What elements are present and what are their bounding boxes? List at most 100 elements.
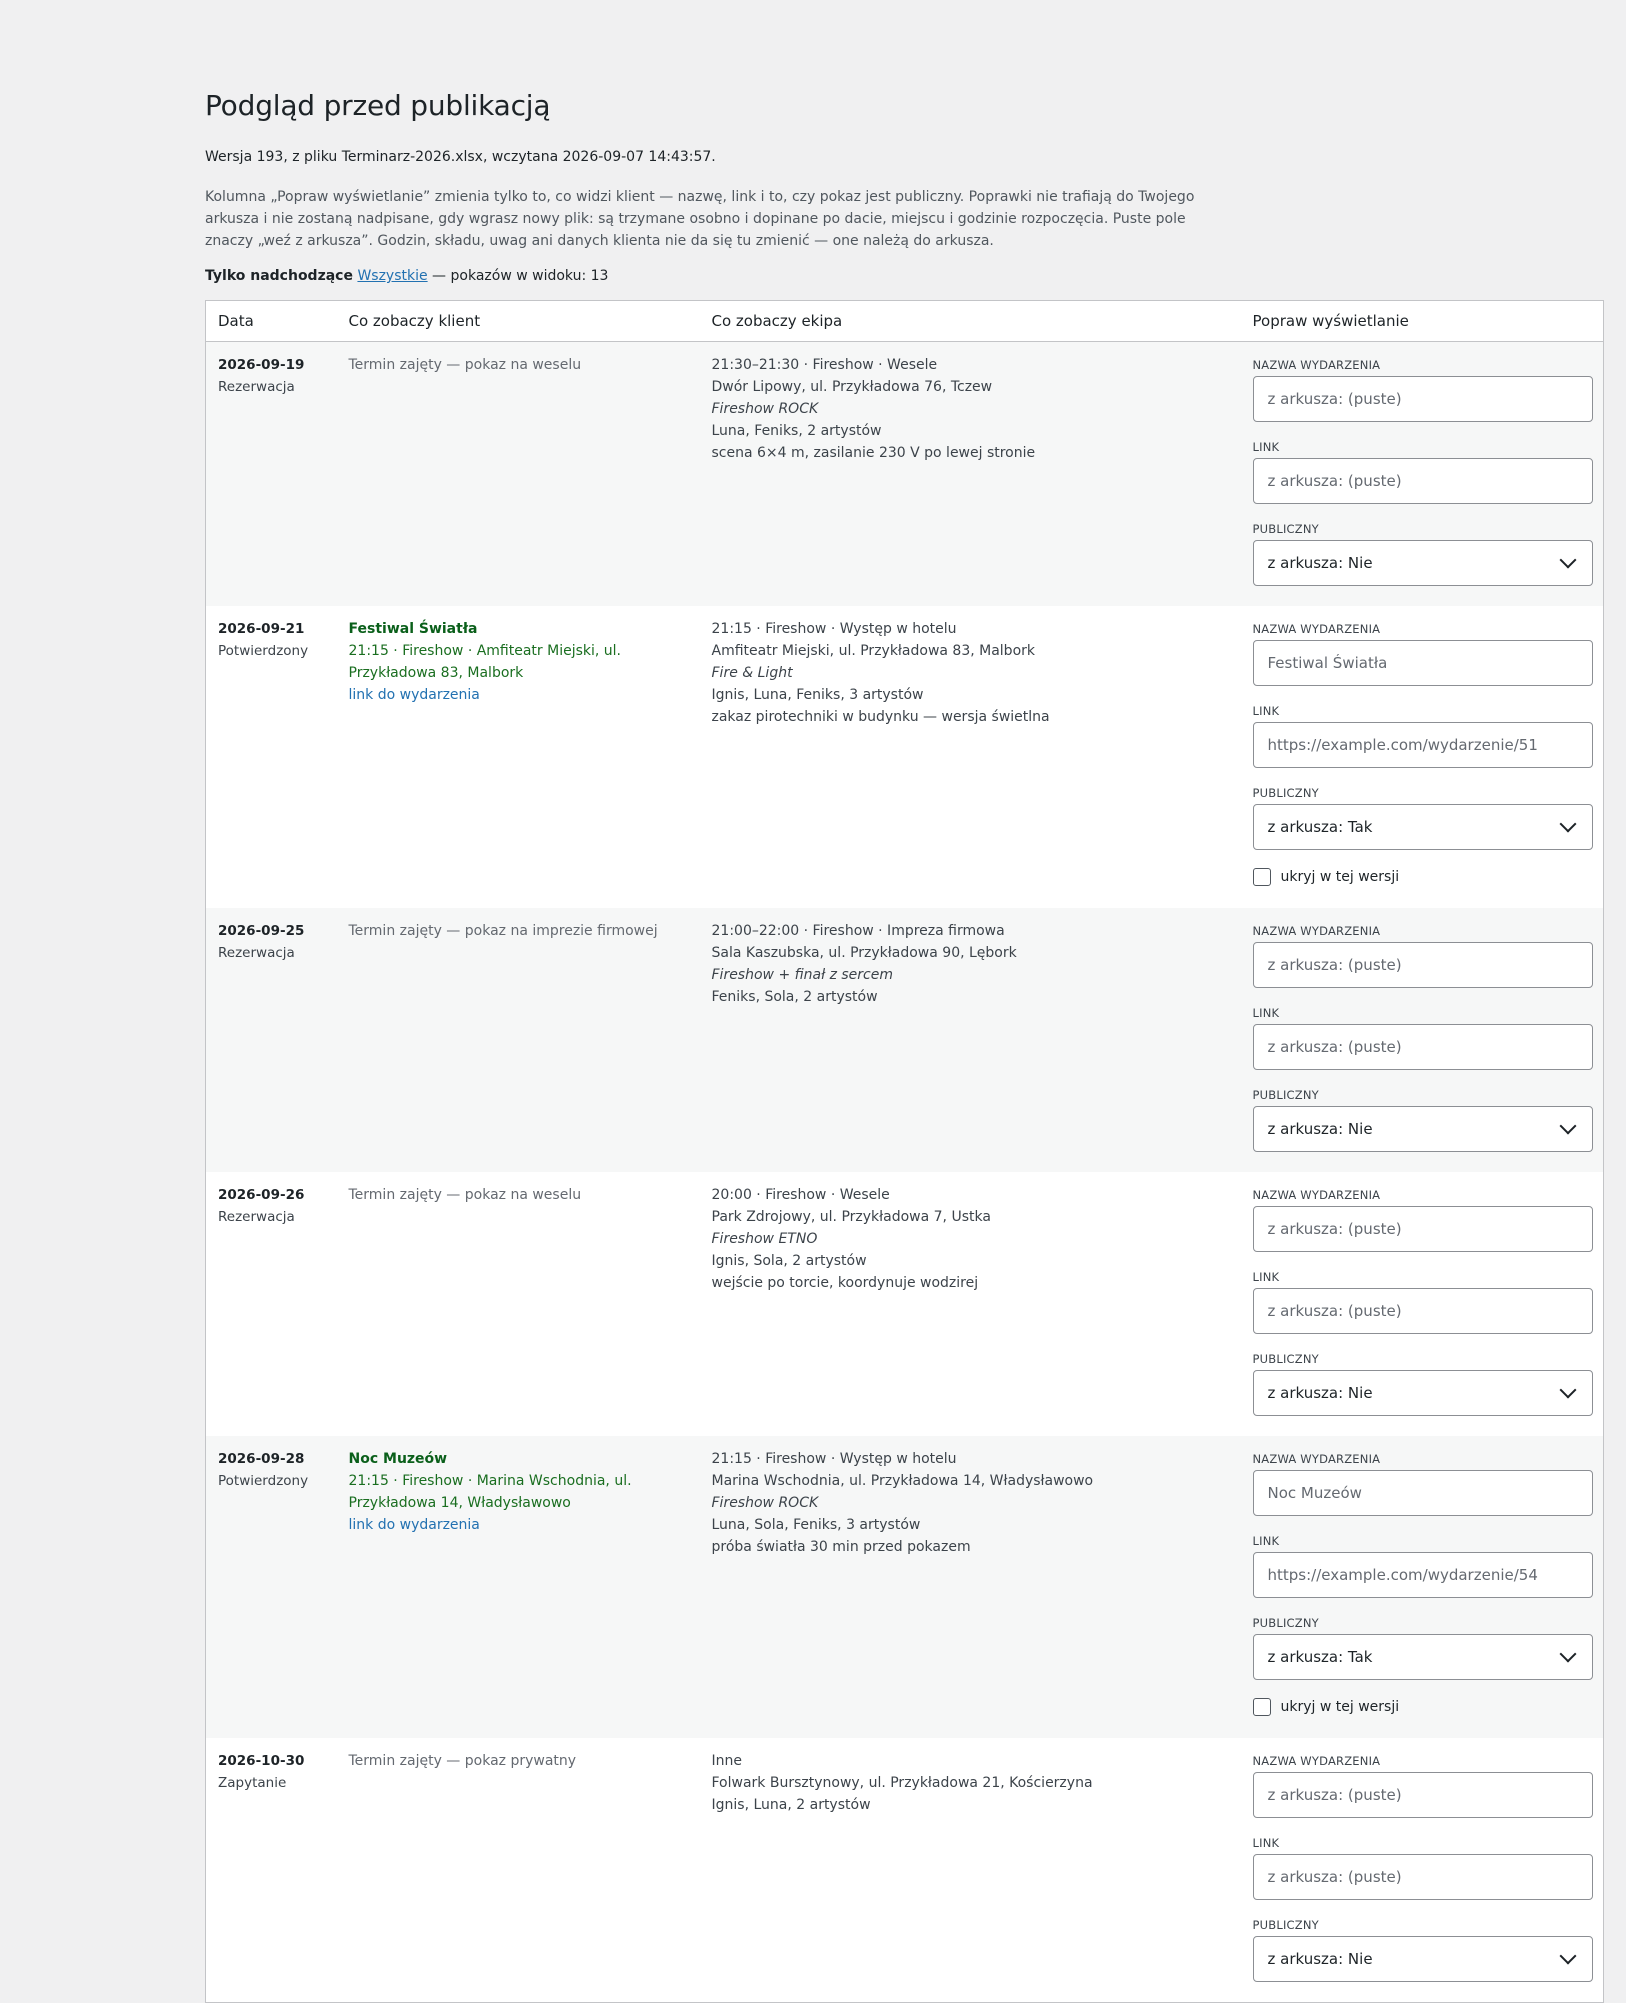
event-link-input[interactable] [1252, 1023, 1593, 1070]
hide-checkbox[interactable] [1252, 1697, 1271, 1716]
event-link-input[interactable] [1252, 1853, 1593, 1900]
crew-line: Park Zdrojowy, ul. Przykładowa 7, Ustka [711, 1208, 991, 1225]
show-status: Potwierdzony [218, 1472, 309, 1489]
col-client: Co zobaczy klient [336, 300, 700, 342]
col-crew: Co zobaczy ekipa [699, 300, 1241, 342]
crew-line: Fireshow ETNO [711, 1230, 818, 1247]
show-status: Potwierdzony [218, 642, 309, 659]
event-link-input[interactable] [1252, 721, 1593, 768]
crew-line: 21:30–21:30 · Fireshow · Wesele [711, 356, 938, 373]
public-label: PUBLICZNY [1252, 521, 1319, 536]
hide-toggle[interactable]: ukryj w tej wersji [1252, 1696, 1592, 1718]
chevron-down-icon [1559, 1645, 1576, 1663]
event-name-input[interactable] [1252, 375, 1593, 422]
crew-line: Dwór Lipowy, ul. Przykładowa 76, Tczew [711, 378, 993, 395]
table-row: 2026-09-25 Rezerwacja Termin zajęty — po… [205, 907, 1604, 1172]
crew-line: Fireshow ROCK [711, 1494, 819, 1511]
show-date: 2026-09-28 [218, 1450, 305, 1467]
hide-label: ukryj w tej wersji [1280, 868, 1400, 885]
crew-line: Inne [711, 1752, 743, 1769]
chevron-down-icon [1559, 815, 1576, 833]
crew-line: Fireshow + finał z sercem [711, 966, 894, 983]
crew-line: Fireshow ROCK [711, 400, 819, 417]
table-row: 2026-09-19 Rezerwacja Termin zajęty — po… [205, 341, 1604, 606]
filter-current: Tylko nadchodzące [205, 267, 353, 284]
edit-cell: NAZWA WYDARZENIA LINK PUBLICZNY z arkusz… [1241, 1738, 1604, 2003]
page-title: Podgląd przed publikacją [205, 89, 551, 122]
public-select[interactable]: z arkusza: Nie [1252, 1105, 1593, 1152]
event-name-input[interactable] [1252, 941, 1593, 988]
client-placeholder-text: Termin zajęty — pokaz na weselu [348, 356, 582, 373]
filter-all-link[interactable]: Wszystkie [357, 268, 427, 284]
client-cell: Termin zajęty — pokaz na weselu [336, 341, 700, 606]
crew-line: 21:15 · Fireshow · Występ w hotelu [711, 620, 957, 637]
edit-cell: NAZWA WYDARZENIA LINK PUBLICZNY z arkusz… [1240, 1435, 1604, 1738]
edit-cell: NAZWA WYDARZENIA LINK PUBLICZNY z arkusz… [1240, 907, 1604, 1172]
show-date: 2026-10-30 [218, 1752, 305, 1769]
public-select[interactable]: z arkusza: Tak [1252, 803, 1593, 850]
crew-cell: 20:00 · Fireshow · Wesele Park Zdrojowy, … [700, 1172, 1241, 1436]
public-label: PUBLICZNY [1252, 1087, 1319, 1102]
client-event-details: 21:15 · Fireshow · Marina Wschodnia, ul.… [348, 1472, 632, 1511]
public-select-value: z arkusza: Nie [1267, 553, 1373, 572]
event-link-input[interactable] [1252, 1287, 1593, 1334]
client-placeholder-text: Termin zajęty — pokaz na imprezie firmow… [348, 922, 658, 939]
name-label: NAZWA WYDARZENIA [1252, 923, 1381, 938]
crew-line: Luna, Sola, Feniks, 3 artystów [711, 1516, 921, 1533]
version-meta: Wersja 193, z pliku Terminarz-2026.xlsx,… [205, 149, 716, 166]
event-link[interactable]: link do wydarzenia [349, 687, 480, 703]
date-cell: 2026-09-19 Rezerwacja [205, 341, 337, 606]
crew-line: zakaz pirotechniki w budynku — wersja św… [711, 708, 1050, 725]
crew-line: Ignis, Luna, Feniks, 3 artystów [711, 686, 924, 703]
date-cell: 2026-10-30 Zapytanie [206, 1738, 337, 2003]
table-row: 2026-10-30 Zapytanie Termin zajęty — pok… [206, 1738, 1604, 2003]
hide-toggle[interactable]: ukryj w tej wersji [1252, 866, 1592, 888]
name-label: NAZWA WYDARZENIA [1252, 621, 1381, 636]
public-label: PUBLICZNY [1252, 1917, 1319, 1932]
crew-line: Feniks, Sola, 2 artystów [711, 988, 878, 1005]
table-header: Data Co zobaczy klient Co zobaczy ekipa … [205, 300, 1604, 342]
chevron-down-icon [1559, 551, 1576, 569]
link-label: LINK [1252, 1269, 1280, 1284]
chevron-down-icon [1559, 1381, 1576, 1399]
client-placeholder-text: Termin zajęty — pokaz prywatny [348, 1752, 577, 1769]
date-cell: 2026-09-28 Potwierdzony [205, 1435, 337, 1738]
event-name-input[interactable] [1252, 639, 1593, 686]
client-cell: Termin zajęty — pokaz na weselu [337, 1172, 700, 1436]
show-status: Rezerwacja [218, 1208, 295, 1225]
chevron-down-icon [1559, 1947, 1576, 1965]
public-select[interactable]: z arkusza: Nie [1252, 1935, 1593, 1982]
public-select[interactable]: z arkusza: Tak [1252, 1633, 1593, 1680]
client-event-name: Noc Muzeów [348, 1450, 448, 1467]
chevron-down-icon [1559, 1117, 1576, 1135]
crew-cell: 21:15 · Fireshow · Występ w hotelu Marina… [699, 1435, 1241, 1738]
event-link-input[interactable] [1252, 1551, 1593, 1598]
col-date: Data [205, 300, 337, 342]
crew-cell: 21:00–22:00 · Fireshow · Impreza firmowa… [699, 907, 1241, 1172]
event-name-input[interactable] [1252, 1205, 1593, 1252]
name-label: NAZWA WYDARZENIA [1252, 1753, 1381, 1768]
client-event-name: Festiwal Światła [348, 620, 478, 637]
crew-cell: 21:30–21:30 · Fireshow · Wesele Dwór Lipo… [699, 341, 1241, 606]
page-description: Kolumna „Popraw wyświetlanie” zmienia ty… [205, 188, 1195, 249]
public-select[interactable]: z arkusza: Nie [1252, 539, 1593, 586]
client-placeholder-text: Termin zajęty — pokaz na weselu [348, 1186, 582, 1203]
name-label: NAZWA WYDARZENIA [1252, 357, 1381, 372]
date-cell: 2026-09-25 Rezerwacja [205, 907, 337, 1172]
hide-checkbox[interactable] [1252, 867, 1271, 886]
crew-line: 21:15 · Fireshow · Występ w hotelu [711, 1450, 957, 1467]
event-name-input[interactable] [1252, 1469, 1593, 1516]
link-label: LINK [1252, 439, 1280, 454]
col-edit: Popraw wyświetlanie [1240, 300, 1604, 342]
event-link[interactable]: link do wydarzenia [349, 1517, 480, 1533]
event-name-input[interactable] [1252, 1771, 1593, 1818]
crew-line: Ignis, Luna, 2 artystów [711, 1796, 871, 1813]
link-label: LINK [1252, 703, 1280, 718]
public-select[interactable]: z arkusza: Nie [1252, 1369, 1593, 1416]
show-date: 2026-09-26 [218, 1186, 305, 1203]
event-link-input[interactable] [1252, 457, 1593, 504]
hide-label: ukryj w tej wersji [1280, 1698, 1400, 1715]
show-date: 2026-09-25 [218, 922, 305, 939]
public-select-value: z arkusza: Tak [1267, 817, 1373, 836]
crew-line: Sala Kaszubska, ul. Przykładowa 90, Lębo… [711, 944, 1017, 961]
